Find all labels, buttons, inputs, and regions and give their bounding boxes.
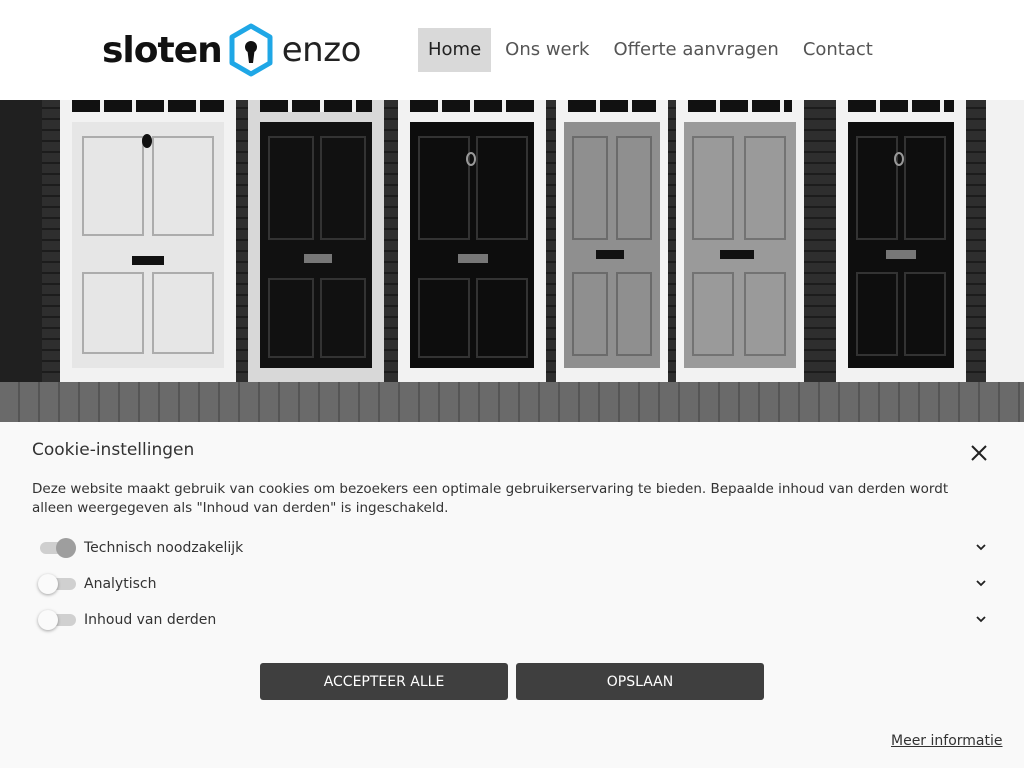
save-button[interactable]: OPSLAAN bbox=[516, 663, 764, 700]
more-info-link[interactable]: Meer informatie bbox=[891, 733, 1003, 749]
cookie-option-technisch: Technisch noodzakelijk bbox=[32, 534, 992, 562]
toggle-derden[interactable] bbox=[38, 610, 76, 630]
logo[interactable]: sloten enzo bbox=[102, 22, 361, 78]
house-lock-icon bbox=[229, 23, 273, 77]
door-black-1 bbox=[248, 100, 384, 382]
cookie-settings-dialog: Cookie-instellingen Deze website maakt g… bbox=[0, 422, 1024, 768]
chevron-down-icon[interactable] bbox=[974, 540, 988, 554]
toggle-analytisch[interactable] bbox=[38, 574, 76, 594]
nav-item-ons-werk[interactable]: Ons werk bbox=[495, 28, 599, 72]
chevron-down-icon[interactable] bbox=[974, 576, 988, 590]
cookie-title: Cookie-instellingen bbox=[32, 440, 195, 460]
accept-all-button[interactable]: ACCEPTEER ALLE bbox=[260, 663, 508, 700]
cookie-description: Deze website maakt gebruik van cookies o… bbox=[32, 481, 949, 516]
door-white bbox=[60, 100, 236, 382]
option-label-technisch: Technisch noodzakelijk bbox=[84, 540, 244, 556]
option-label-derden: Inhoud van derden bbox=[84, 612, 217, 628]
hero-image-doors bbox=[0, 100, 1024, 422]
door-grey-2 bbox=[676, 100, 804, 382]
close-icon[interactable] bbox=[968, 442, 990, 464]
chevron-down-icon[interactable] bbox=[974, 612, 988, 626]
option-label-analytisch: Analytisch bbox=[84, 576, 157, 592]
nav-item-contact[interactable]: Contact bbox=[793, 28, 883, 72]
door-black-3 bbox=[836, 100, 966, 382]
nav-item-offerte[interactable]: Offerte aanvragen bbox=[603, 28, 788, 72]
cookie-option-derden: Inhoud van derden bbox=[32, 606, 992, 634]
door-black-2 bbox=[398, 100, 546, 382]
toggle-technisch[interactable] bbox=[40, 538, 76, 558]
door-grey-1 bbox=[556, 100, 668, 382]
site-header: sloten enzo Home Ons werk Offerte aanvra… bbox=[0, 0, 1024, 100]
logo-word-sloten: sloten bbox=[102, 29, 223, 71]
cookie-option-analytisch: Analytisch bbox=[32, 570, 992, 598]
logo-word-enzo: enzo bbox=[281, 30, 362, 70]
main-nav: Home Ons werk Offerte aanvragen Contact bbox=[418, 28, 887, 72]
nav-item-home[interactable]: Home bbox=[418, 28, 492, 72]
